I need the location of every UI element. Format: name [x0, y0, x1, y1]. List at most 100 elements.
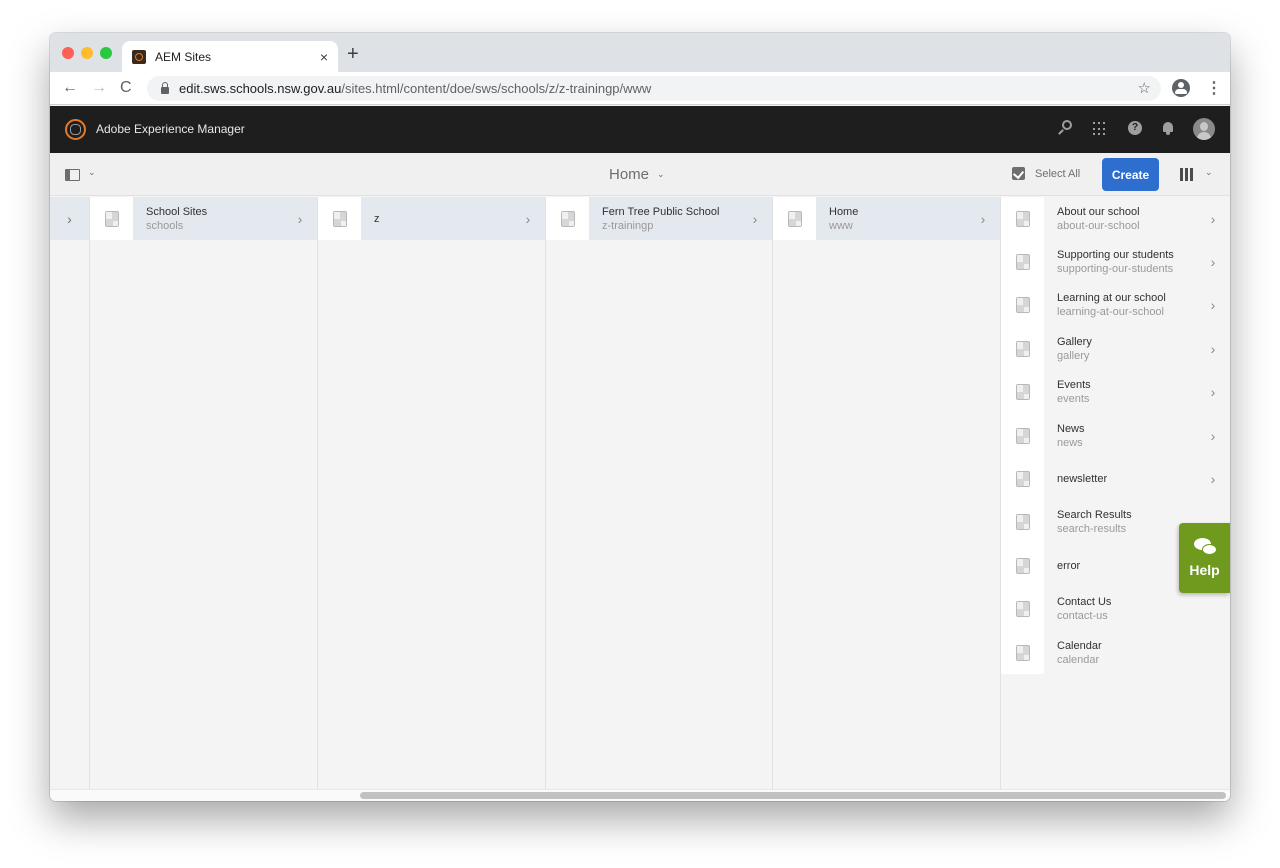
chevron-right-icon[interactable]: › [1208, 211, 1218, 227]
view-chevron-down-icon[interactable]: ⌄ [1205, 167, 1213, 178]
page-row-body[interactable]: News news › [1044, 413, 1230, 458]
page-row-body[interactable]: Events events › [1044, 370, 1230, 414]
help-widget-button[interactable]: Help [1179, 523, 1230, 593]
browser-window: AEM Sites × + ← → C edit.sws.schools.nsw… [50, 33, 1230, 801]
page-row-body[interactable]: Learning at our school learning-at-our-sc… [1044, 283, 1230, 328]
profile-icon[interactable] [1172, 79, 1190, 97]
help-icon[interactable]: ? [1128, 121, 1142, 135]
scrollbar-thumb[interactable] [360, 792, 1226, 799]
page-thumbnail[interactable] [1001, 587, 1044, 631]
page-name-text: learning-at-our-school [1057, 306, 1164, 319]
page-thumbnail[interactable] [1001, 283, 1044, 328]
search-icon[interactable] [1058, 120, 1072, 134]
close-tab-icon[interactable]: × [320, 49, 328, 65]
notifications-bell-icon[interactable] [1162, 121, 1174, 135]
page-thumbnail[interactable] [318, 197, 361, 241]
chevron-right-icon[interactable]: › [1208, 384, 1218, 400]
page-row[interactable]: Gallery gallery › [1001, 327, 1230, 371]
page-row[interactable]: Learning at our school learning-at-our-sc… [1001, 283, 1230, 328]
page-row-body[interactable]: School Sites schools › [133, 197, 317, 241]
page-row[interactable]: Supporting our students supporting-our-st… [1001, 240, 1230, 284]
page-row-body[interactable]: newsletter › [1044, 457, 1230, 501]
checkbox-icon [1012, 167, 1025, 180]
rail-chevron-down-icon[interactable]: ⌄ [88, 167, 96, 178]
page-row[interactable]: Calendar calendar [1001, 630, 1230, 675]
page-thumbnail[interactable] [773, 197, 816, 241]
column-2: z › [318, 197, 546, 789]
page-row-body[interactable]: Contact Us contact-us [1044, 587, 1230, 631]
page-name-text: contact-us [1057, 610, 1108, 623]
bookmark-star-icon[interactable]: ☆ [1138, 79, 1151, 97]
page-thumbnail[interactable] [1001, 197, 1044, 241]
column-4: Home www › [773, 197, 1001, 789]
page-row[interactable]: Events events › [1001, 370, 1230, 414]
page-row-body[interactable]: About our school about-our-school › [1044, 197, 1230, 241]
chevron-right-icon[interactable]: › [1208, 428, 1218, 444]
page-thumbnail[interactable] [1001, 544, 1044, 588]
maximize-window-button[interactable] [100, 47, 112, 59]
page-name-text: events [1057, 393, 1090, 406]
chevron-right-icon[interactable]: › [978, 211, 988, 227]
page-row[interactable]: Fern Tree Public School z-trainingp › [546, 197, 772, 241]
aem-logo-icon[interactable] [65, 119, 86, 140]
page-title-text: Calendar [1057, 639, 1102, 652]
column-view-icon[interactable] [1180, 168, 1193, 181]
page-row[interactable]: School Sites schools › [90, 197, 317, 241]
page-row-text: z [374, 212, 523, 226]
page-thumbnail[interactable] [90, 197, 133, 241]
expand-root-button[interactable]: › [50, 197, 89, 240]
page-template-icon [1015, 514, 1030, 531]
page-row-text: Fern Tree Public School z-trainingp [602, 205, 750, 233]
browser-tab[interactable]: AEM Sites × [122, 41, 338, 72]
solutions-grid-icon[interactable] [1093, 122, 1107, 136]
page-thumbnail[interactable] [1001, 370, 1044, 414]
page-row[interactable]: Home www › [773, 197, 1000, 241]
page-row-body[interactable]: Calendar calendar [1044, 630, 1230, 675]
minimize-window-button[interactable] [81, 47, 93, 59]
page-title-dropdown[interactable]: Home ⌄ [609, 166, 665, 183]
chevron-right-icon: › [67, 210, 72, 227]
chevron-right-icon[interactable]: › [750, 211, 760, 227]
page-thumbnail[interactable] [1001, 240, 1044, 284]
close-window-button[interactable] [62, 47, 74, 59]
create-button[interactable]: Create [1102, 158, 1159, 191]
back-button[interactable]: ← [62, 78, 78, 98]
page-row[interactable]: News news › [1001, 413, 1230, 458]
page-template-icon [1015, 471, 1030, 488]
forward-button[interactable]: → [91, 78, 107, 98]
page-template-icon [1015, 297, 1030, 314]
product-name[interactable]: Adobe Experience Manager [96, 122, 245, 136]
page-row[interactable]: newsletter › [1001, 457, 1230, 501]
chevron-right-icon[interactable]: › [523, 211, 533, 227]
rail-toggle-icon[interactable] [65, 169, 80, 181]
page-row-body[interactable]: Home www › [816, 197, 1000, 241]
page-thumbnail[interactable] [1001, 457, 1044, 501]
chevron-right-icon[interactable]: › [295, 211, 305, 227]
chevron-right-icon[interactable]: › [1208, 297, 1218, 313]
horizontal-scrollbar[interactable] [50, 789, 1230, 801]
page-row[interactable]: z › [318, 197, 545, 241]
address-bar[interactable]: edit.sws.schools.nsw.gov.au/sites.html/c… [147, 76, 1161, 101]
reload-button[interactable]: C [120, 78, 132, 98]
page-row-text: Events events [1057, 378, 1208, 406]
page-row-body[interactable]: Fern Tree Public School z-trainingp › [589, 197, 772, 241]
chevron-right-icon[interactable]: › [1208, 254, 1218, 270]
new-tab-button[interactable]: + [347, 43, 359, 65]
chevron-right-icon[interactable]: › [1208, 471, 1218, 487]
select-all-button[interactable]: Select All [1012, 167, 1080, 180]
page-row-body[interactable]: Gallery gallery › [1044, 327, 1230, 371]
user-avatar[interactable] [1193, 118, 1215, 140]
page-thumbnail[interactable] [546, 197, 589, 241]
page-template-icon [787, 210, 802, 227]
chevron-right-icon[interactable]: › [1208, 341, 1218, 357]
page-row-body[interactable]: z › [361, 197, 545, 241]
page-row[interactable]: About our school about-our-school › [1001, 197, 1230, 241]
page-thumbnail[interactable] [1001, 630, 1044, 675]
page-thumbnail[interactable] [1001, 327, 1044, 371]
page-row-body[interactable]: Supporting our students supporting-our-st… [1044, 240, 1230, 284]
browser-menu-icon[interactable]: ⋮ [1206, 78, 1222, 98]
page-row[interactable]: Contact Us contact-us [1001, 587, 1230, 631]
page-thumbnail[interactable] [1001, 413, 1044, 458]
page-thumbnail[interactable] [1001, 500, 1044, 545]
page-title-text: newsletter [1057, 473, 1108, 486]
